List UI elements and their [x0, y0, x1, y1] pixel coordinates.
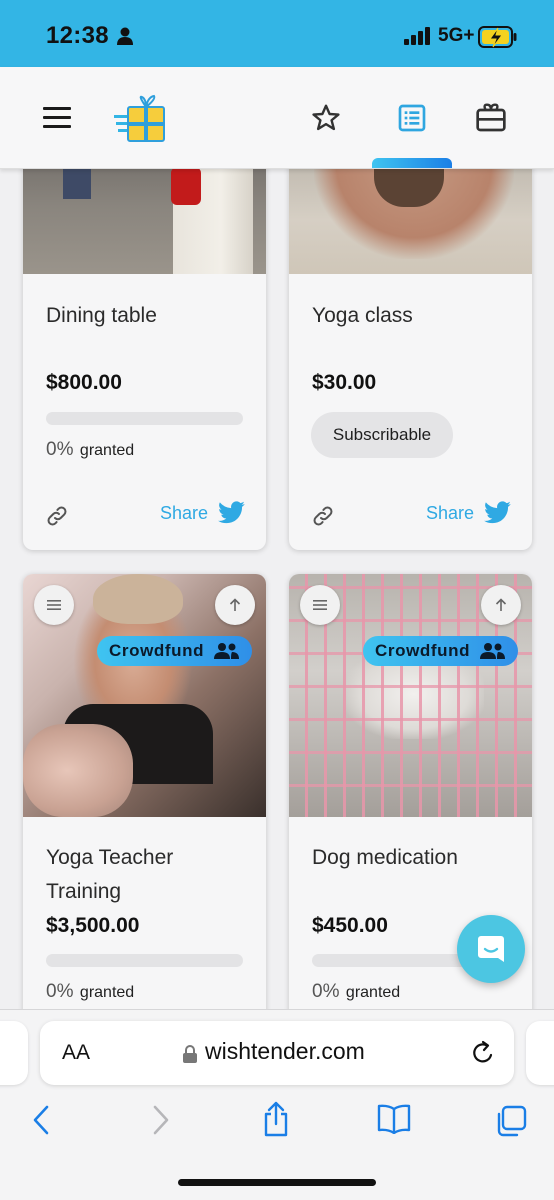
- menu-icon: [313, 600, 327, 610]
- battery-icon: [478, 26, 517, 48]
- status-time: 12:38: [46, 22, 109, 49]
- gift-card-icon[interactable]: [475, 103, 507, 133]
- link-icon[interactable]: [311, 504, 335, 528]
- list-icon[interactable]: [396, 102, 428, 134]
- tabs-icon[interactable]: [495, 1105, 527, 1137]
- group-icon: [214, 643, 240, 659]
- previous-tab[interactable]: [0, 1021, 28, 1085]
- chat-icon: [478, 936, 504, 962]
- granted-label: granted: [345, 984, 401, 1001]
- chat-button[interactable]: [457, 915, 525, 983]
- menu-button[interactable]: [34, 585, 74, 625]
- share-label: Share: [159, 502, 208, 523]
- crowdfund-badge: Crowdfund: [97, 636, 253, 666]
- item-photo[interactable]: [289, 169, 532, 274]
- item-price: $30.00: [312, 371, 377, 394]
- crowdfund-label: Crowdfund: [375, 641, 471, 660]
- text-size-label: AA: [62, 1041, 91, 1064]
- granted-percent: 0%: [46, 981, 74, 1002]
- menu-icon[interactable]: [43, 107, 71, 129]
- progress-bar: [46, 954, 243, 967]
- progress-bar: [46, 412, 243, 425]
- share-button[interactable]: Share: [160, 501, 246, 525]
- share-icon[interactable]: [261, 1100, 291, 1138]
- menu-icon: [47, 600, 61, 610]
- granted-text: 0% granted: [46, 981, 134, 1003]
- signal-icon: [404, 27, 430, 45]
- reload-icon[interactable]: [470, 1039, 496, 1067]
- item-title[interactable]: Dining table: [46, 299, 157, 333]
- granted-percent: 0%: [312, 981, 340, 1002]
- text-size-button[interactable]: AA: [62, 1041, 90, 1065]
- subscribable-button[interactable]: Subscribable: [311, 412, 453, 458]
- granted-label: granted: [79, 442, 135, 459]
- next-tab[interactable]: [526, 1021, 554, 1085]
- wish-card[interactable]: Dining table $800.00 0% granted Share: [23, 169, 266, 550]
- group-icon: [480, 643, 506, 659]
- lock-icon: [183, 1045, 197, 1063]
- item-price: $450.00: [312, 914, 388, 937]
- link-icon[interactable]: [45, 504, 69, 528]
- home-indicator: [178, 1179, 376, 1186]
- granted-label: granted: [79, 984, 135, 1001]
- back-icon[interactable]: [30, 1104, 52, 1136]
- arrow-up-icon: [229, 598, 241, 611]
- menu-button[interactable]: [300, 585, 340, 625]
- move-up-button[interactable]: [481, 585, 521, 625]
- bookmarks-icon[interactable]: [376, 1104, 412, 1134]
- wishlist-grid: Dining table $800.00 0% granted Share Yo…: [0, 169, 554, 1009]
- granted-percent: 0%: [46, 439, 74, 460]
- granted-text: 0% granted: [46, 439, 134, 461]
- wish-card[interactable]: Yoga class $30.00 Subscribable Share: [289, 169, 532, 550]
- crowdfund-badge: Crowdfund: [363, 636, 519, 666]
- item-title[interactable]: Yoga Teacher Training: [46, 841, 246, 909]
- wishtender-logo[interactable]: [112, 93, 168, 143]
- item-title[interactable]: Dog medication: [312, 841, 458, 875]
- person-icon: [117, 27, 133, 45]
- address-bar[interactable]: AA wishtender.com: [40, 1021, 514, 1085]
- wish-card[interactable]: Crowdfund Yoga Teacher Training $3,500.0…: [23, 574, 266, 1009]
- granted-text: 0% granted: [312, 981, 400, 1003]
- browser-toolbar: AA wishtender.com: [0, 1009, 554, 1200]
- star-icon[interactable]: [310, 102, 342, 134]
- forward-icon[interactable]: [150, 1104, 172, 1136]
- item-photo[interactable]: [23, 169, 266, 274]
- app-header: [0, 67, 554, 169]
- status-bar: 12:38 5G+: [0, 0, 554, 67]
- share-button[interactable]: Share: [426, 501, 512, 525]
- item-price: $800.00: [46, 371, 122, 394]
- twitter-icon: [484, 501, 511, 524]
- twitter-icon: [218, 501, 245, 524]
- item-price: $3,500.00: [46, 914, 140, 937]
- share-label: Share: [425, 502, 474, 523]
- network-label: 5G+: [438, 25, 475, 46]
- move-up-button[interactable]: [215, 585, 255, 625]
- item-title[interactable]: Yoga class: [312, 299, 413, 333]
- url-domain[interactable]: wishtender.com: [205, 1038, 365, 1065]
- arrow-up-icon: [495, 598, 507, 611]
- crowdfund-label: Crowdfund: [109, 641, 205, 660]
- active-tab-indicator: [372, 158, 452, 168]
